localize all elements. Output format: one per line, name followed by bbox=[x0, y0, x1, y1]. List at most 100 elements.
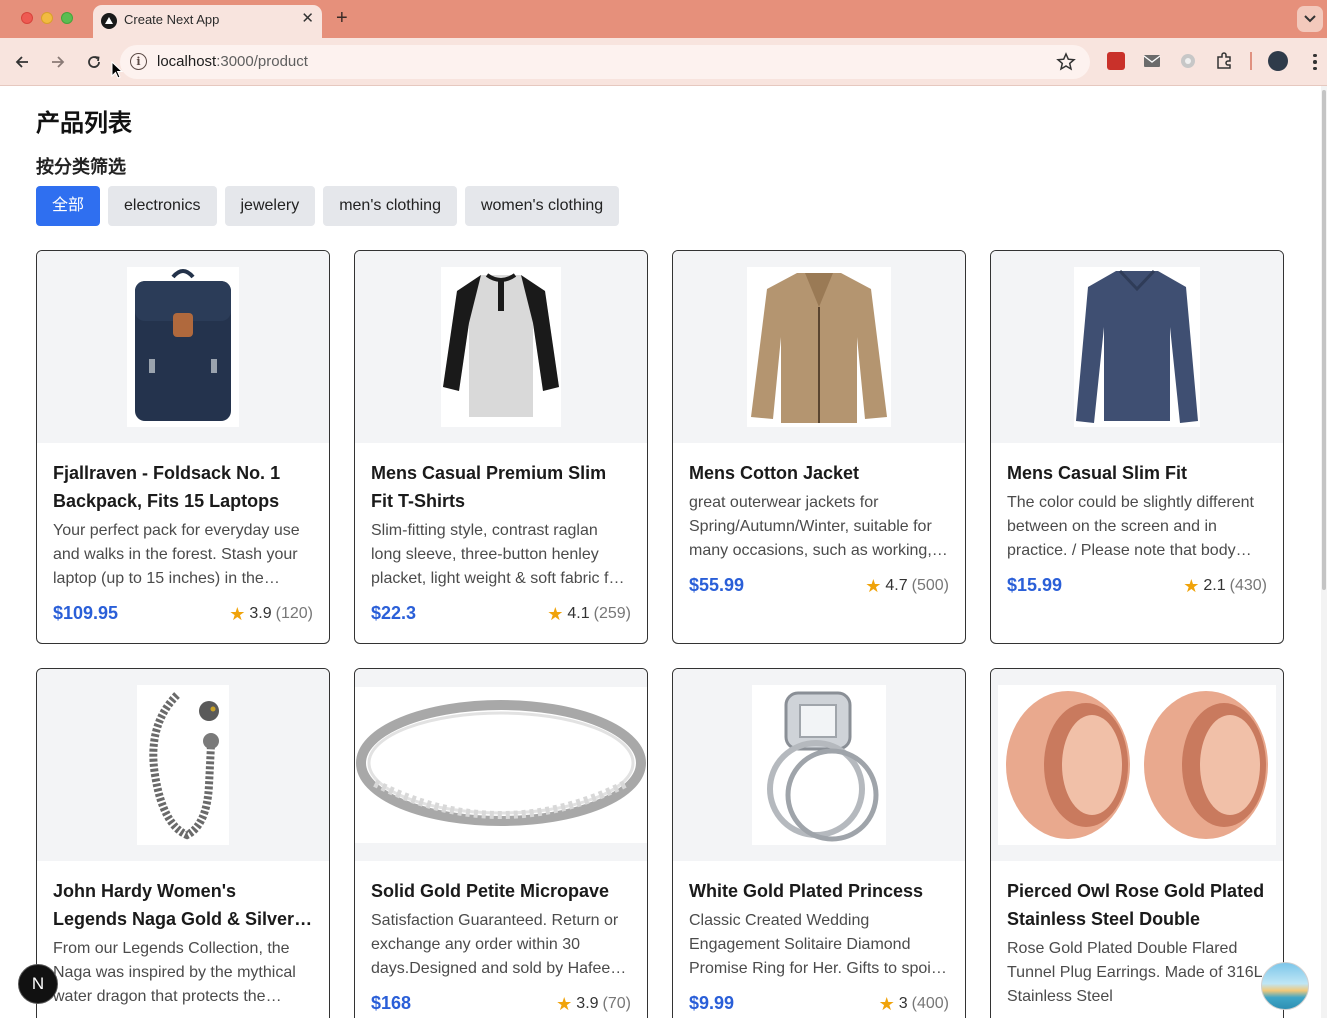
micropave-ring-icon bbox=[356, 700, 646, 826]
extensions-puzzle-icon[interactable] bbox=[1215, 52, 1233, 70]
gear-icon[interactable] bbox=[1179, 52, 1197, 70]
product-card[interactable]: Pierced Owl Rose Gold Plated Stainless S… bbox=[990, 668, 1284, 1018]
product-image bbox=[991, 669, 1283, 861]
beach-avatar-icon[interactable] bbox=[1261, 962, 1309, 1010]
rating-value: 4.7 bbox=[885, 576, 908, 594]
rating-count: (120) bbox=[275, 604, 313, 622]
product-card[interactable]: White Gold Plated Princess Classic Creat… bbox=[672, 668, 966, 1018]
browser-menu-icon[interactable] bbox=[1305, 50, 1325, 74]
url-host: localhost bbox=[157, 53, 217, 70]
product-title[interactable]: John Hardy Women's Legends Naga Gold & S… bbox=[53, 877, 313, 933]
arrow-left-icon bbox=[15, 56, 28, 68]
url-text[interactable]: localhost:3000/product bbox=[157, 53, 308, 70]
browser-toolbar: i localhost:3000/product bbox=[0, 38, 1327, 86]
product-image bbox=[991, 251, 1283, 443]
filter-jewelery-button[interactable]: jewelery bbox=[224, 186, 316, 226]
filter-womens-clothing-button[interactable]: women's clothing bbox=[464, 186, 620, 226]
product-description: From our Legends Collection, the Naga wa… bbox=[53, 940, 296, 1005]
dragon-bracelet-icon bbox=[149, 692, 219, 840]
product-card[interactable]: Mens Cotton Jacket great outerwear jacke… bbox=[672, 250, 966, 644]
product-description: The color could be slightly different be… bbox=[1007, 494, 1254, 559]
product-card[interactable]: John Hardy Women's Legends Naga Gold & S… bbox=[36, 668, 330, 1018]
category-filters: 全部 electronics jewelery men's clothing w… bbox=[36, 186, 620, 226]
site-info-icon[interactable]: i bbox=[130, 53, 147, 70]
arrow-right-icon bbox=[52, 56, 65, 68]
product-rating: ★ 2.1 (430) bbox=[1183, 577, 1267, 595]
browser-tab[interactable]: Create Next App ✕ bbox=[93, 5, 322, 38]
star-icon: ★ bbox=[1183, 575, 1200, 596]
product-image bbox=[673, 669, 965, 861]
product-price: $168 bbox=[371, 993, 412, 1013]
product-description: Your perfect pack for everyday use and w… bbox=[53, 522, 300, 587]
rating-count: (400) bbox=[911, 994, 949, 1012]
nextjs-dev-indicator-button[interactable]: N bbox=[18, 964, 58, 1004]
product-title[interactable]: Pierced Owl Rose Gold Plated Stainless S… bbox=[1007, 877, 1267, 933]
rating-value: 2.1 bbox=[1203, 576, 1226, 594]
product-image bbox=[673, 251, 965, 443]
nextjs-favicon-icon bbox=[101, 13, 117, 29]
product-card[interactable]: Mens Casual Slim Fit The color could be … bbox=[990, 250, 1284, 644]
reload-button[interactable] bbox=[82, 50, 106, 74]
filter-electronics-button[interactable]: electronics bbox=[108, 186, 217, 226]
product-image bbox=[37, 669, 329, 861]
bookmark-star-icon[interactable] bbox=[1056, 52, 1076, 72]
page-title: 产品列表 bbox=[36, 110, 132, 137]
new-tab-icon[interactable]: + bbox=[336, 6, 348, 30]
url-path: :3000/product bbox=[216, 53, 308, 70]
mail-icon[interactable] bbox=[1143, 52, 1161, 70]
rating-value: 4.1 bbox=[567, 604, 590, 622]
product-card[interactable]: Solid Gold Petite Micropave Satisfaction… bbox=[354, 668, 648, 1018]
rating-value: 3.9 bbox=[249, 604, 272, 622]
maximize-window-button[interactable] bbox=[61, 12, 73, 24]
princess-ring-icon bbox=[767, 691, 879, 842]
product-grid: Fjallraven - Foldsack No. 1 Backpack, Fi… bbox=[36, 250, 1284, 1018]
page-scrollbar[interactable] bbox=[1321, 86, 1327, 1018]
star-icon: ★ bbox=[547, 603, 564, 624]
scrollbar-thumb[interactable] bbox=[1322, 90, 1326, 590]
long-sleeve-shirt-icon bbox=[1076, 269, 1198, 423]
close-tab-icon[interactable]: ✕ bbox=[301, 10, 314, 28]
address-bar[interactable]: i localhost:3000/product bbox=[120, 45, 1090, 79]
star-icon: ★ bbox=[229, 603, 246, 624]
rating-value: 3.9 bbox=[576, 994, 599, 1012]
toolbar-divider bbox=[1250, 52, 1252, 70]
rating-count: (500) bbox=[911, 576, 949, 594]
back-button[interactable] bbox=[10, 50, 34, 74]
filter-all-button[interactable]: 全部 bbox=[36, 186, 101, 226]
browser-tab-bar: Create Next App ✕ + bbox=[0, 0, 1327, 38]
product-description: Classic Created Wedding Engagement Solit… bbox=[689, 912, 935, 977]
product-title[interactable]: Mens Casual Slim Fit bbox=[1007, 459, 1267, 487]
filter-heading: 按分类筛选 bbox=[36, 157, 126, 177]
extension-red-icon[interactable] bbox=[1107, 52, 1125, 70]
minimize-window-button[interactable] bbox=[41, 12, 53, 24]
close-window-button[interactable] bbox=[21, 12, 33, 24]
product-title[interactable]: Mens Casual Premium Slim Fit T-Shirts bbox=[371, 459, 631, 515]
jacket-icon bbox=[751, 273, 887, 423]
mouse-cursor-icon bbox=[111, 61, 123, 79]
product-image bbox=[355, 669, 647, 861]
product-description: Slim-fitting style, contrast raglan long… bbox=[371, 522, 623, 587]
rating-count: (259) bbox=[593, 604, 631, 622]
product-price: $55.99 bbox=[689, 575, 745, 595]
product-title[interactable]: Solid Gold Petite Micropave bbox=[371, 877, 631, 905]
chevron-down-icon bbox=[1304, 15, 1316, 23]
backpack-icon bbox=[135, 269, 231, 421]
product-price: $22.3 bbox=[371, 603, 417, 623]
product-title[interactable]: Fjallraven - Foldsack No. 1 Backpack, Fi… bbox=[53, 459, 313, 515]
product-image bbox=[37, 251, 329, 443]
profile-avatar-icon[interactable] bbox=[1268, 51, 1288, 71]
filter-mens-clothing-button[interactable]: men's clothing bbox=[323, 186, 457, 226]
forward-button[interactable] bbox=[46, 50, 70, 74]
tab-title: Create Next App bbox=[124, 12, 220, 27]
product-rating: ★ 3.9 (70) bbox=[556, 995, 631, 1013]
product-image bbox=[355, 251, 647, 443]
product-price: $109.95 bbox=[53, 603, 119, 623]
product-card[interactable]: Fjallraven - Foldsack No. 1 Backpack, Fi… bbox=[36, 250, 330, 644]
product-price: $9.99 bbox=[689, 993, 735, 1013]
star-icon: ★ bbox=[878, 993, 895, 1014]
tab-search-button[interactable] bbox=[1297, 6, 1323, 32]
page-content: 产品列表 按分类筛选 全部 electronics jewelery men's… bbox=[0, 86, 1327, 1018]
product-title[interactable]: White Gold Plated Princess bbox=[689, 877, 949, 905]
product-card[interactable]: Mens Casual Premium Slim Fit T-Shirts Sl… bbox=[354, 250, 648, 644]
product-title[interactable]: Mens Cotton Jacket bbox=[689, 459, 949, 487]
